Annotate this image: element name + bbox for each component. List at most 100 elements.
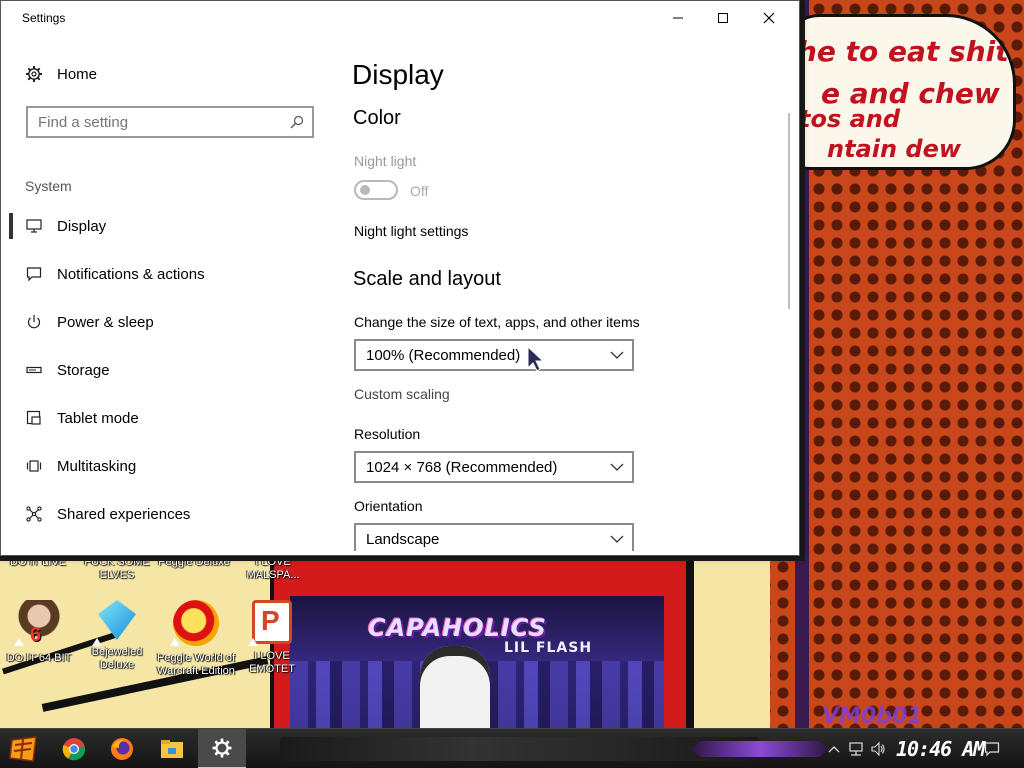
orientation-label: Orientation xyxy=(354,498,423,514)
mouse-cursor-icon xyxy=(527,346,545,372)
settings-window: Settings Home Find a setting System Disp… xyxy=(0,0,800,556)
taskbar-firefox[interactable] xyxy=(98,729,146,768)
chevron-down-icon xyxy=(610,351,624,359)
file-explorer-icon xyxy=(161,740,183,758)
shortcut-arrow-icon xyxy=(14,638,24,646)
resolution-label: Resolution xyxy=(354,426,421,442)
orientation-dropdown[interactable]: Landscape xyxy=(354,523,634,551)
resolution-value: 1024 × 768 (Recommended) xyxy=(366,459,558,476)
message-icon xyxy=(26,267,42,282)
tablet-mode-icon xyxy=(26,410,41,425)
sidebar-item-tablet-mode[interactable]: Tablet mode xyxy=(9,399,321,437)
scale-label: Change the size of text, apps, and other… xyxy=(354,314,640,330)
settings-nav: Home System Display Notifications & acti… xyxy=(9,35,329,551)
sidebar-item-storage[interactable]: Storage xyxy=(9,351,321,389)
window-title: Settings xyxy=(22,11,66,25)
desktop-icon-bejeweled[interactable]: Bejeweled Deluxe xyxy=(79,600,155,672)
taskbar-clock[interactable]: 10:46 AM xyxy=(896,737,985,761)
search-input[interactable] xyxy=(38,108,278,136)
minimize-icon xyxy=(673,17,683,19)
home-link[interactable]: Home xyxy=(25,65,97,83)
home-label: Home xyxy=(57,65,98,83)
album-figure xyxy=(420,646,490,731)
sidebar-item-label: Shared experiences xyxy=(57,505,191,523)
monitor-icon xyxy=(26,219,42,233)
start-button[interactable] xyxy=(0,729,48,768)
gem-icon xyxy=(98,600,136,640)
sidebar-item-label: Tablet mode xyxy=(57,409,139,427)
taskbar: 10:46 AM xyxy=(0,728,1024,768)
wallpaper-text: ntain dew xyxy=(827,135,962,163)
desktop-icon-label: Peggle World of Warcraft Edition xyxy=(156,652,236,677)
desktop-icon-label: I LOVE EMOTET xyxy=(249,650,295,675)
wallpaper-watermark: VM0b01 xyxy=(822,704,923,729)
search-icon[interactable] xyxy=(290,115,304,129)
album-title: CAPAHOLICS xyxy=(368,614,547,642)
night-light-toggle[interactable] xyxy=(354,180,398,200)
sidebar-item-notifications[interactable]: Notifications & actions xyxy=(9,255,321,293)
desktop-icon-label[interactable]: FUCK SOME ELVES xyxy=(80,556,154,582)
desktop-icon-peggle-wow[interactable]: Peggle World of Warcraft Edition xyxy=(156,600,236,678)
close-button[interactable] xyxy=(746,1,792,35)
custom-scaling-link[interactable]: Custom scaling xyxy=(354,386,450,402)
minimize-button[interactable] xyxy=(655,1,701,35)
album-subtitle: LIL FLASH xyxy=(504,640,593,656)
night-light-settings-link[interactable]: Night light settings xyxy=(354,223,468,239)
sidebar-item-display[interactable]: Display xyxy=(9,207,321,245)
power-icon xyxy=(27,315,41,329)
sidebar-item-label: Display xyxy=(57,217,107,235)
toggle-knob xyxy=(360,185,370,195)
shortcut-arrow-icon xyxy=(170,638,180,646)
page-title: Display xyxy=(352,59,444,90)
display-settings-content: Display Color Night light Off Night ligh… xyxy=(341,35,786,551)
wallpaper-speech-bubble: he to eat shit e and chew tos and ntain … xyxy=(780,14,1016,170)
desktop-overlay-number: 6 xyxy=(30,624,42,646)
maximize-button[interactable] xyxy=(700,1,746,35)
chevron-down-icon xyxy=(610,463,624,471)
start-icon xyxy=(9,736,37,762)
taskbar-chrome[interactable] xyxy=(50,729,98,768)
night-light-state: Off xyxy=(410,183,429,199)
wallpaper-shape xyxy=(690,555,770,730)
chevron-up-icon[interactable] xyxy=(826,741,842,757)
desktop-icon-i-love-emotet[interactable]: I LOVE EMOTET xyxy=(234,600,310,676)
chrome-icon xyxy=(62,738,86,761)
volume-icon[interactable] xyxy=(870,741,886,757)
color-heading: Color xyxy=(353,107,401,129)
nav-section-label: System xyxy=(25,178,72,194)
chevron-down-icon xyxy=(610,535,624,543)
settings-icon xyxy=(212,738,232,758)
sidebar-item-shared-experiences[interactable]: Shared experiences xyxy=(9,495,321,533)
content-scrollbar[interactable] xyxy=(788,113,790,309)
desktop-icon-label: Bejeweled Deluxe xyxy=(91,646,143,671)
sidebar-item-label: Notifications & actions xyxy=(57,265,205,283)
title-bar[interactable]: Settings xyxy=(1,1,799,35)
wallpaper-text: he to eat shit xyxy=(797,35,1009,68)
scale-dropdown[interactable]: 100% (Recommended) xyxy=(354,339,634,371)
find-setting-search[interactable] xyxy=(26,106,314,138)
scale-layout-heading: Scale and layout xyxy=(353,268,501,290)
taskbar-decoration xyxy=(690,741,830,757)
taskbar-settings[interactable] xyxy=(198,729,246,768)
close-icon xyxy=(763,12,775,24)
resolution-dropdown[interactable]: 1024 × 768 (Recommended) xyxy=(354,451,634,483)
desktop-icon-label[interactable]: DO IT LIVE xyxy=(6,556,70,569)
network-icon[interactable] xyxy=(848,741,864,757)
taskbar-decoration xyxy=(280,737,760,761)
storage-icon xyxy=(26,366,42,374)
shortcut-arrow-icon xyxy=(92,638,102,646)
multitasking-icon xyxy=(26,460,42,472)
firefox-icon xyxy=(111,738,133,760)
desktop-icon-label[interactable]: I LOVE MALSPA... xyxy=(236,556,310,582)
powerpoint-icon xyxy=(252,600,292,644)
sidebar-item-label: Power & sleep xyxy=(57,313,154,331)
sidebar-item-multitasking[interactable]: Multitasking xyxy=(9,447,321,485)
sidebar-item-power-sleep[interactable]: Power & sleep xyxy=(9,303,321,341)
action-center-icon[interactable] xyxy=(984,741,1000,757)
gear-icon xyxy=(26,66,42,82)
desktop-icon-label[interactable]: Peggle Deluxe xyxy=(155,556,233,569)
sidebar-item-label: Storage xyxy=(57,361,110,379)
taskbar-file-explorer[interactable] xyxy=(148,729,196,768)
wallpaper-text: tos and xyxy=(799,105,901,133)
shared-experiences-icon xyxy=(26,506,42,522)
